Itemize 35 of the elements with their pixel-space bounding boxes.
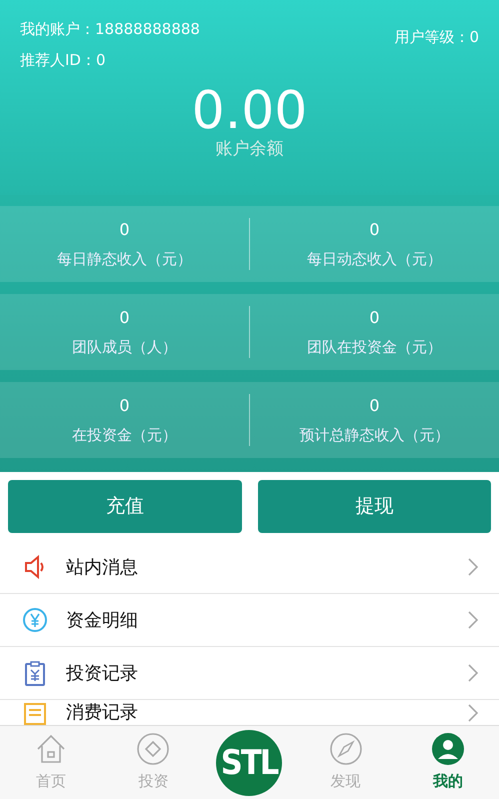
user-level: 用户等级：0 xyxy=(394,27,479,48)
stat-label: 每日动态收入（元） xyxy=(307,248,442,270)
stat-label: 团队在投资金（元） xyxy=(307,336,442,358)
compass-icon xyxy=(328,732,363,766)
stat-value: 0 xyxy=(369,218,380,241)
stat-value: 0 xyxy=(369,394,380,417)
chevron-icon xyxy=(467,557,479,577)
menu-item[interactable]: 资金明细 xyxy=(0,594,499,647)
tab-item[interactable]: 我的 xyxy=(396,726,499,799)
stat-label: 在投资金（元） xyxy=(72,424,177,446)
balance-label: 账户余额 xyxy=(216,138,284,161)
stat-value: 0 xyxy=(369,306,380,329)
stat-label: 预计总静态收入（元） xyxy=(300,424,450,446)
profile-icon xyxy=(430,732,465,766)
chevron-icon xyxy=(467,702,479,722)
referrer-id: 推荐人ID：0 xyxy=(20,50,107,70)
recharge-button[interactable]: 充值 xyxy=(8,480,242,533)
menu-item[interactable]: 站内消息 xyxy=(0,541,499,594)
receipt-icon xyxy=(22,700,48,725)
stat-value: 0 xyxy=(119,306,130,329)
yuan-icon xyxy=(22,607,48,633)
chevron-icon xyxy=(467,610,479,630)
account-number: 我的账户：18888888888 xyxy=(20,19,200,40)
withdraw-button[interactable]: 提现 xyxy=(258,480,491,533)
stat-label: 团队成员（人） xyxy=(72,336,177,358)
menu-item[interactable]: 消费记录 xyxy=(0,700,499,725)
stat-value: 0 xyxy=(119,218,130,241)
balance-amount: 0.00 xyxy=(192,85,308,137)
stat-label: 每日静态收入（元） xyxy=(57,248,192,270)
clipboard-icon xyxy=(22,660,48,686)
logo[interactable]: STL xyxy=(216,730,282,796)
diamond-circle-icon xyxy=(136,732,170,766)
chevron-icon xyxy=(467,663,479,683)
menu-item[interactable]: 投资记录 xyxy=(0,647,499,700)
stat-value: 0 xyxy=(119,394,130,417)
